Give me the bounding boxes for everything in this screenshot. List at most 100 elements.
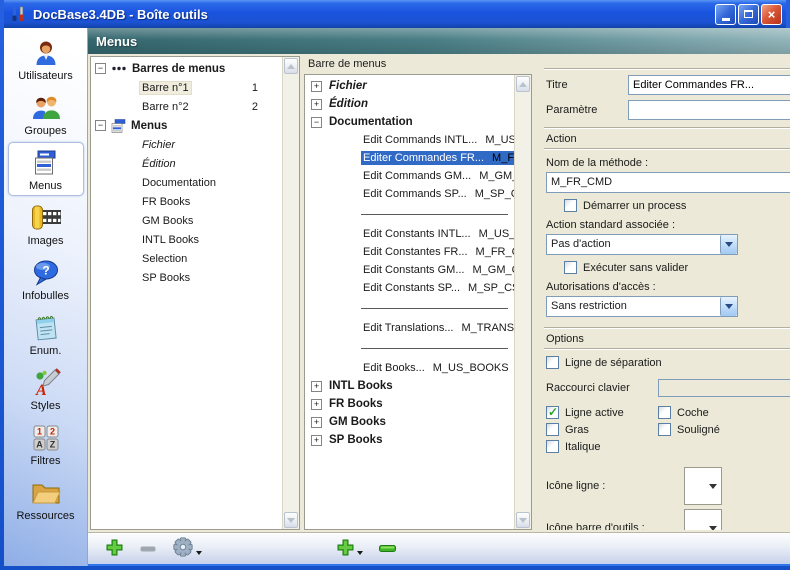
option-checkbox-label: Souligné [677, 424, 720, 436]
add-entry-button[interactable] [333, 536, 366, 562]
sidebar-item-styles[interactable]: AStyles [8, 362, 84, 416]
menu-row[interactable]: Edit Constants SP...M_SP_CST [305, 279, 514, 297]
tree-row[interactable]: Barre n°11 [91, 78, 282, 97]
tree-row[interactable]: −Barres de menus [91, 59, 282, 78]
expander-icon[interactable]: − [95, 63, 106, 74]
tree-row[interactable]: Fichier [91, 135, 282, 154]
option-checkbox-row[interactable]: Souligné [658, 423, 790, 436]
tree-item-label: Édition [139, 157, 179, 171]
option-checkbox-row[interactable]: Coche [658, 406, 790, 419]
minimize-button[interactable] [715, 4, 736, 25]
list-scrollbar[interactable] [514, 75, 531, 529]
tree-row[interactable]: GM Books [91, 211, 282, 230]
menu-entry-label: Edit Constants SP... [363, 282, 460, 294]
sidebar-item-images[interactable]: Images [8, 197, 84, 251]
tree-item-label: FR Books [139, 195, 193, 209]
scroll-down-icon[interactable] [516, 512, 530, 528]
icone-ligne-dropdown[interactable] [684, 467, 722, 505]
option-checkbox-row[interactable]: Italique [546, 440, 658, 453]
expander-icon[interactable]: + [311, 381, 322, 392]
menu-row[interactable]: Edit Translations...M_TRANS [305, 319, 514, 337]
expander-icon[interactable]: + [311, 81, 322, 92]
demarrer-checkbox-row[interactable]: Démarrer un process [564, 199, 790, 212]
menu-row[interactable]: +Édition [305, 95, 514, 113]
expander-icon[interactable]: + [311, 399, 322, 410]
chevron-down-icon [196, 551, 202, 555]
ligne-separation-checkbox-row[interactable]: Ligne de séparation [546, 356, 790, 369]
icone-barre-dropdown[interactable] [684, 509, 722, 530]
menu-row[interactable]: +GM Books [305, 413, 514, 431]
minus-gray-icon [140, 543, 156, 555]
maximize-button[interactable] [738, 4, 759, 25]
option-checkbox-row[interactable]: Ligne active [546, 406, 658, 419]
menu-row[interactable]: Edit Books...M_US_BOOKS [305, 359, 514, 377]
scroll-down-icon[interactable] [284, 512, 298, 528]
menu-row[interactable]: Edit Constants GM...M_GM_CST [305, 261, 514, 279]
menu-entry: Edit Books...M_US_BOOKS [361, 361, 511, 375]
menu-row[interactable]: −Documentation [305, 113, 514, 131]
menu-row[interactable]: + Fichier [305, 77, 514, 95]
methode-combobox[interactable]: M_FR_CMD [546, 172, 790, 193]
remove-entry-button[interactable] [376, 536, 399, 562]
menu-row[interactable]: Edit Constantes FR...M_FR_CST [305, 243, 514, 261]
ligne-separation-checkbox[interactable] [546, 356, 559, 369]
tree-row[interactable]: SP Books [91, 268, 282, 287]
menu-row[interactable]: Edit Constants INTL...M_US_CST [305, 225, 514, 243]
menu-entry-label: Edit Constants INTL... [363, 228, 471, 240]
sidebar-item-enum[interactable]: Enum. [8, 307, 84, 361]
content-header: Menus [88, 28, 790, 54]
sidebar-item-filtres[interactable]: 12AZFiltres [8, 417, 84, 471]
menu-separator [305, 203, 514, 225]
menu-row[interactable]: Edit Commands SP...M_SP_CMD [305, 185, 514, 203]
executer-checkbox-row[interactable]: Exécuter sans valider [564, 261, 790, 274]
menu-row[interactable]: Edit Commands GM...M_GM_CMD [305, 167, 514, 185]
scroll-up-icon[interactable] [284, 58, 298, 74]
tree-row[interactable]: FR Books [91, 192, 282, 211]
sidebar-item-groupes[interactable]: Groupes [8, 87, 84, 141]
demarrer-checkbox[interactable] [564, 199, 577, 212]
menu-row[interactable]: Edit Commands INTL...M_US_CMD [305, 131, 514, 149]
tree-row[interactable]: Documentation [91, 173, 282, 192]
expander-icon[interactable]: + [311, 99, 322, 110]
scroll-up-icon[interactable] [516, 76, 530, 92]
tree-row[interactable]: INTL Books [91, 230, 282, 249]
sidebar-item-infobulles[interactable]: ?Infobulles [8, 252, 84, 306]
menus-tree-panel: −Barres de menusBarre n°11Barre n°22−Men… [90, 56, 300, 530]
menu-node-label: Fichier [329, 80, 367, 92]
sidebar-item-ressources[interactable]: Ressources [8, 472, 84, 526]
menu-entry: Edit Constants INTL...M_US_CST [361, 227, 532, 241]
remove-bar-button[interactable] [137, 536, 159, 562]
tree-row[interactable]: −Menus [91, 116, 282, 135]
option-checkbox[interactable] [546, 440, 559, 453]
tree-row[interactable]: Édition [91, 154, 282, 173]
sidebar-item-menus[interactable]: Menus [8, 142, 84, 196]
chevron-down-icon[interactable] [720, 235, 737, 254]
menu-row[interactable]: +SP Books [305, 431, 514, 449]
menu-row[interactable]: +INTL Books [305, 377, 514, 395]
option-checkbox[interactable] [658, 423, 671, 436]
chevron-down-icon[interactable] [720, 297, 737, 316]
menu-row[interactable]: Editer Commandes FR...M_FR_CMD [305, 149, 514, 167]
expander-icon[interactable]: + [311, 435, 322, 446]
parametre-input[interactable] [628, 100, 790, 120]
menu-row[interactable]: +FR Books [305, 395, 514, 413]
close-button[interactable]: × [761, 4, 782, 25]
option-checkbox[interactable] [658, 406, 671, 419]
autorisations-combobox[interactable]: Sans restriction [546, 296, 738, 317]
option-checkbox[interactable] [546, 423, 559, 436]
option-checkbox-row[interactable]: Gras [546, 423, 658, 436]
expander-icon[interactable]: − [95, 120, 106, 131]
tree-row[interactable]: Barre n°22 [91, 97, 282, 116]
sidebar-item-utilisateurs[interactable]: Utilisateurs [8, 32, 84, 86]
tree-row[interactable]: Selection [91, 249, 282, 268]
raccourci-input[interactable] [658, 379, 790, 397]
expander-icon[interactable]: − [311, 117, 322, 128]
executer-checkbox[interactable] [564, 261, 577, 274]
expander-icon[interactable]: + [311, 417, 322, 428]
tree-scrollbar[interactable] [282, 57, 299, 529]
action-std-combobox[interactable]: Pas d'action [546, 234, 738, 255]
titre-input[interactable] [628, 75, 790, 95]
settings-button[interactable] [169, 536, 205, 562]
add-bar-button[interactable] [102, 536, 127, 562]
option-checkbox[interactable] [546, 406, 559, 419]
